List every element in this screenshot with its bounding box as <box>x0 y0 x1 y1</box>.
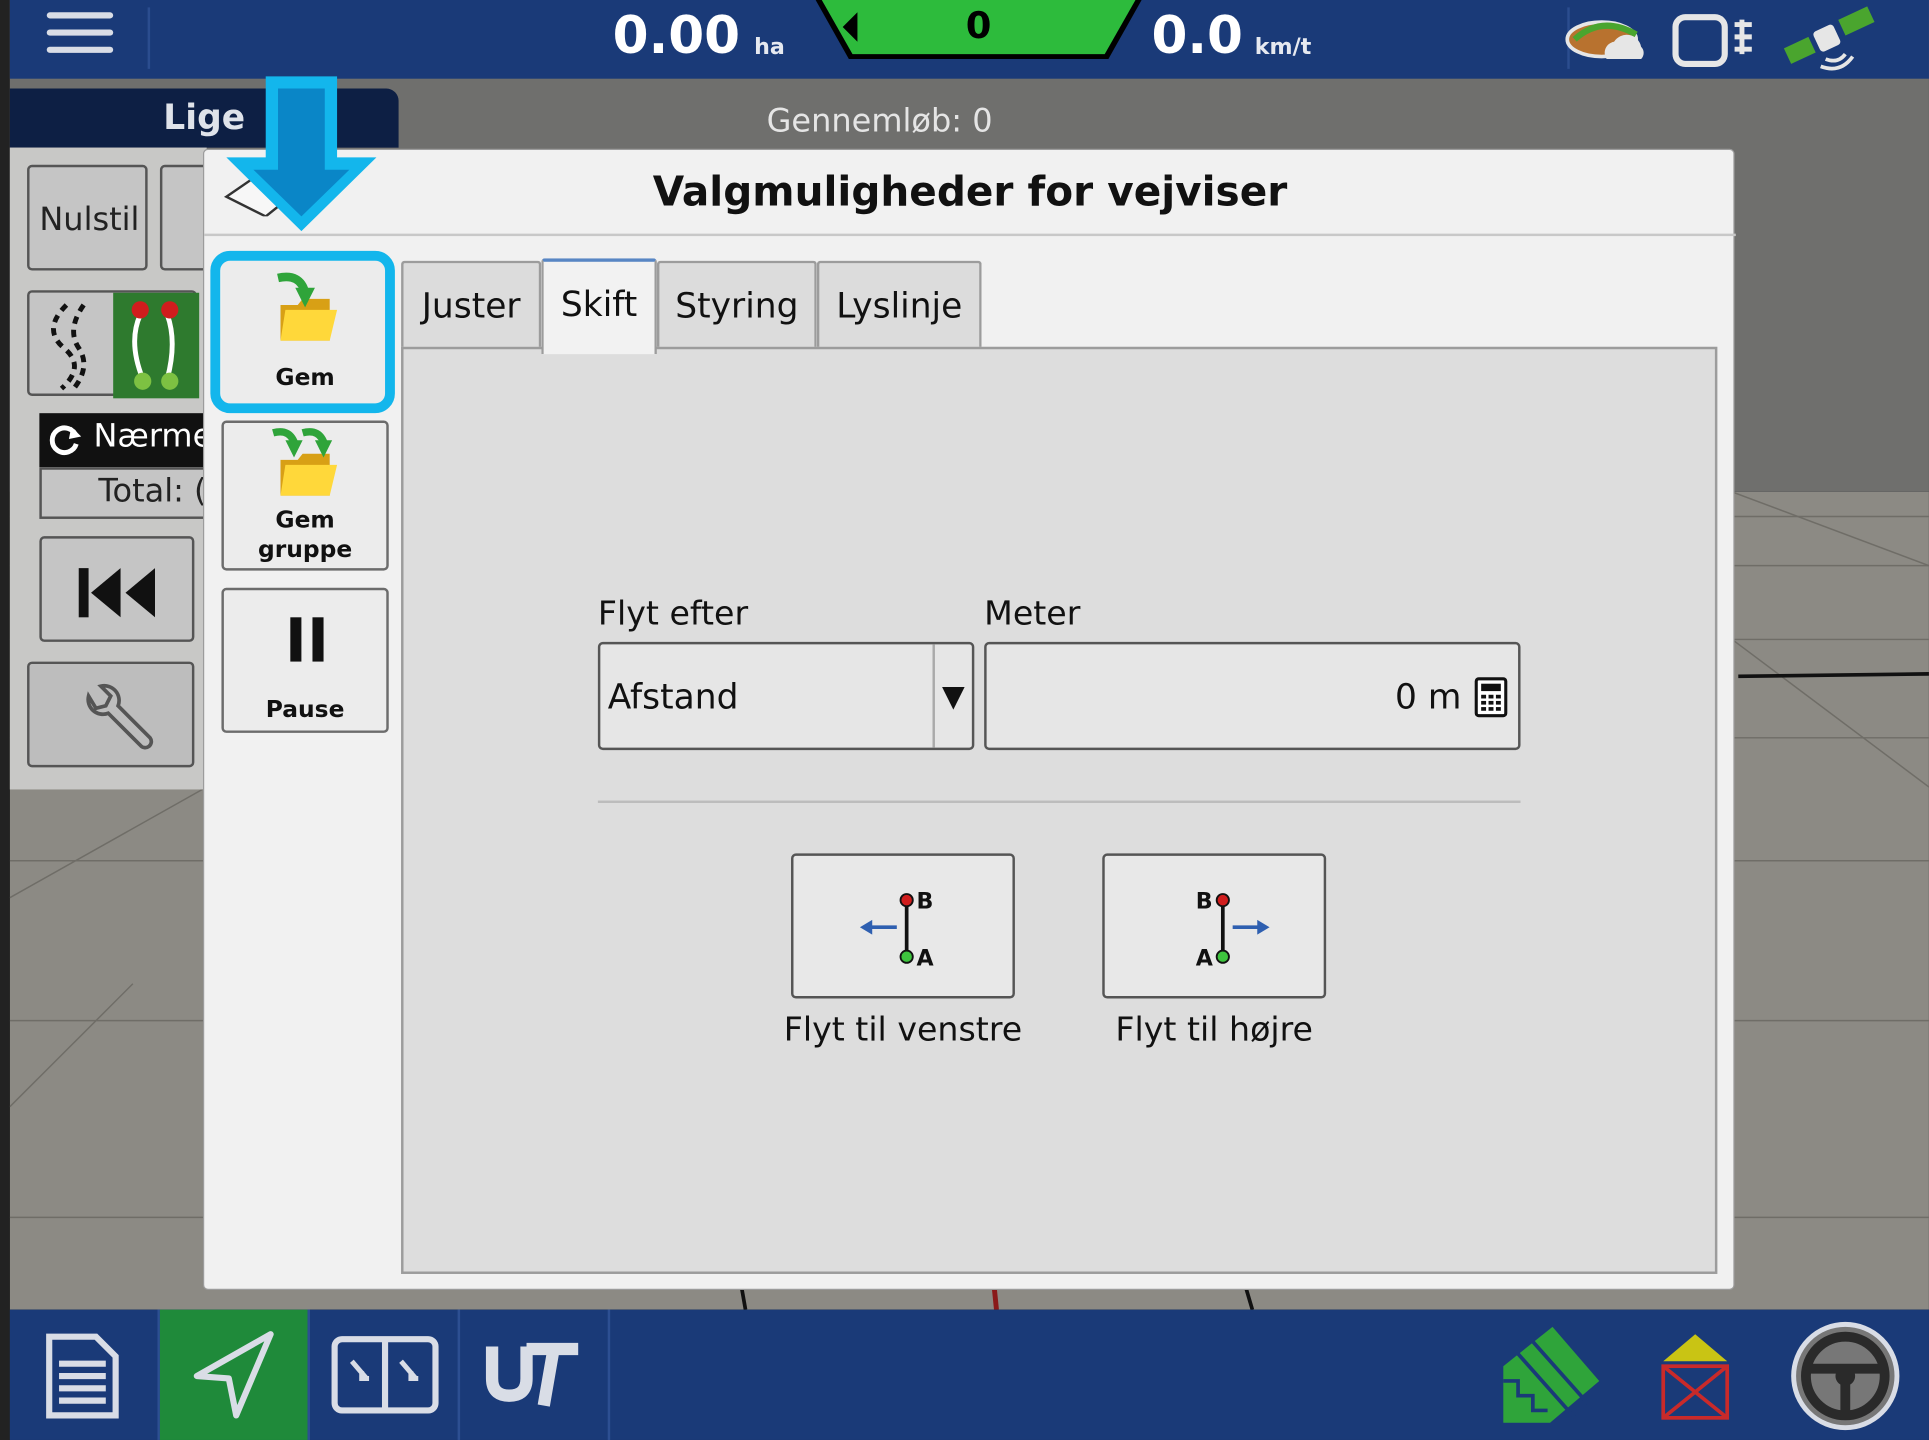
field-weather-icon <box>1565 20 1644 60</box>
tab-adjust[interactable]: Juster <box>401 260 542 350</box>
nearest-line-header[interactable]: Nærme <box>39 413 212 468</box>
menu-icon[interactable] <box>46 12 114 66</box>
total-readout: Total: ( <box>39 467 212 519</box>
previous-line-button[interactable] <box>39 536 195 642</box>
move-right-button[interactable]: B A <box>1102 853 1327 999</box>
meters-label: Meter <box>984 595 1081 634</box>
skip-back-icon <box>78 568 156 618</box>
divider <box>147 7 151 69</box>
nav-guidance[interactable] <box>159 1309 308 1440</box>
top-status-bar: 0.00 ha 0 0.0 km/t <box>9 0 1929 79</box>
svg-text:B: B <box>1196 889 1213 915</box>
shift-left-ab-icon: B A <box>859 889 935 971</box>
move-by-label: Flyt efter <box>597 595 749 634</box>
split-screen-icon <box>331 1336 439 1414</box>
display-icon <box>1672 14 1752 68</box>
tab-shift[interactable]: Skift <box>541 258 657 355</box>
nav-mapping[interactable] <box>1481 1310 1629 1440</box>
reset-button[interactable]: Nulstil <box>27 164 148 271</box>
area-value: 0.00 <box>612 4 741 66</box>
navigation-arrow-icon <box>193 1331 274 1419</box>
move-by-select[interactable]: Afstand ▼ <box>597 641 975 751</box>
nudge-button[interactable] <box>159 164 210 271</box>
speed-value: 0.0 <box>1151 4 1244 66</box>
document-icon <box>46 1333 119 1419</box>
move-left-button[interactable]: B A <box>791 853 1015 999</box>
counter-value: 0 <box>965 4 992 48</box>
pause-icon <box>290 617 324 662</box>
tab-steering[interactable]: Styring <box>656 260 817 350</box>
curve-mode-button[interactable] <box>27 290 200 399</box>
speed-unit: km/t <box>1254 34 1312 61</box>
meters-value: 0 m <box>1395 676 1462 717</box>
annotation-down-arrow-icon <box>226 76 377 232</box>
svg-text:A: A <box>916 945 934 971</box>
coverage-map-icon <box>1503 1326 1600 1423</box>
curve-lines-icon <box>51 292 200 399</box>
move-left-label: Flyt til venstre <box>783 1010 1023 1049</box>
dialog-title: Valgmuligheder for vejviser <box>652 167 1288 216</box>
ut-icon <box>485 1342 579 1407</box>
move-by-value: Afstand <box>607 676 739 717</box>
meters-input[interactable]: 0 m <box>984 641 1521 751</box>
pause-button[interactable]: Pause <box>221 587 389 733</box>
area-unit: ha <box>754 34 785 61</box>
guidance-options-dialog: Valgmuligheder for vejviser Gem Gem grup… <box>202 148 1736 1290</box>
section-divider <box>597 800 1521 803</box>
svg-text:A: A <box>1196 945 1214 971</box>
save-group-button[interactable]: Gem gruppe <box>221 420 389 571</box>
svg-text:B: B <box>916 889 933 915</box>
guidance-counter[interactable]: 0 <box>815 0 1142 61</box>
refresh-icon <box>49 425 82 455</box>
nav-autosteer[interactable] <box>1774 1310 1922 1440</box>
tab-lightbar[interactable]: Lyslinje <box>816 260 982 350</box>
bottom-nav-bar <box>9 1309 1929 1440</box>
steering-wheel-icon <box>1791 1321 1900 1431</box>
highlight-frame <box>210 250 395 414</box>
save-group-folder-icon <box>272 428 338 496</box>
wrench-icon <box>86 683 154 750</box>
dropdown-arrow-icon: ▼ <box>932 644 971 748</box>
nav-split-view[interactable] <box>310 1310 458 1440</box>
implement-icon <box>1661 1334 1730 1420</box>
pass-counter: Gennemløb: 0 <box>766 103 993 141</box>
shift-tab-panel: Flyt efter Meter Afstand ▼ 0 m B A Flyt … <box>401 346 1718 1274</box>
calculator-icon[interactable] <box>1474 676 1508 718</box>
settings-wrench-button[interactable] <box>27 661 195 768</box>
gps-satellite-icon <box>1783 6 1875 71</box>
nav-implement[interactable] <box>1634 1310 1757 1440</box>
title-divider <box>204 233 1736 237</box>
nav-reports[interactable] <box>10 1310 158 1440</box>
shift-right-ab-icon: B A <box>1196 889 1270 971</box>
status-icons-group[interactable] <box>1562 5 1894 74</box>
move-right-label: Flyt til højre <box>1115 1010 1313 1049</box>
nav-universal-terminal[interactable] <box>460 1310 608 1440</box>
